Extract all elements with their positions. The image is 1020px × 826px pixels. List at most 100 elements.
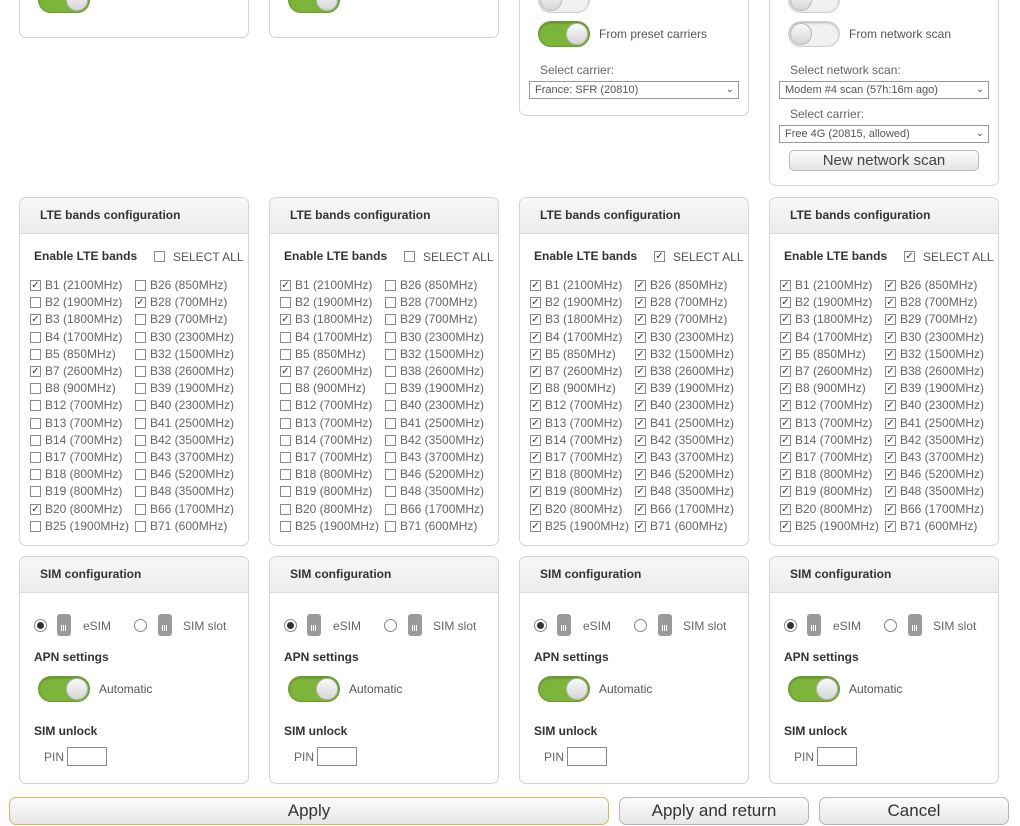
band-checkbox[interactable] <box>135 417 146 429</box>
band-checkbox[interactable] <box>635 486 646 498</box>
band-checkbox[interactable] <box>635 348 646 360</box>
band-checkbox[interactable] <box>385 400 396 412</box>
band-checkbox[interactable] <box>780 400 791 412</box>
band-checkbox[interactable] <box>635 452 646 463</box>
band-checkbox[interactable] <box>385 331 396 343</box>
band-checkbox[interactable] <box>530 314 541 326</box>
band-checkbox[interactable] <box>280 503 291 515</box>
band-checkbox[interactable] <box>30 348 41 360</box>
band-checkbox[interactable] <box>885 417 896 429</box>
band-checkbox[interactable] <box>780 348 791 360</box>
carrier-toggle-2[interactable] <box>288 0 340 13</box>
band-checkbox[interactable] <box>30 417 41 429</box>
band-checkbox[interactable] <box>280 434 291 446</box>
band-checkbox[interactable] <box>635 383 646 395</box>
band-checkbox[interactable] <box>780 434 791 446</box>
band-checkbox[interactable] <box>385 503 396 515</box>
band-checkbox[interactable] <box>530 297 541 309</box>
band-checkbox[interactable] <box>280 297 291 309</box>
band-checkbox[interactable] <box>280 383 291 395</box>
band-checkbox[interactable] <box>635 366 646 377</box>
band-checkbox[interactable] <box>885 297 896 309</box>
band-checkbox[interactable] <box>780 417 791 429</box>
sim-slot-radio[interactable] <box>384 619 397 632</box>
apply-button[interactable]: Apply <box>9 797 609 825</box>
select-all-checkbox[interactable] <box>654 251 665 262</box>
band-checkbox[interactable] <box>780 280 791 291</box>
band-checkbox[interactable] <box>635 417 646 429</box>
band-checkbox[interactable] <box>30 520 41 532</box>
band-checkbox[interactable] <box>30 452 41 463</box>
band-checkbox[interactable] <box>280 452 291 463</box>
select-all-checkbox[interactable] <box>904 251 915 262</box>
band-checkbox[interactable] <box>30 503 41 515</box>
band-checkbox[interactable] <box>135 366 146 377</box>
sim-slot-radio[interactable] <box>634 619 647 632</box>
band-checkbox[interactable] <box>885 469 896 481</box>
band-checkbox[interactable] <box>780 366 791 377</box>
band-checkbox[interactable] <box>635 400 646 412</box>
band-checkbox[interactable] <box>385 314 396 326</box>
carrier-toggle-top-3[interactable] <box>538 0 590 13</box>
apn-automatic-toggle[interactable] <box>38 676 90 702</box>
band-checkbox[interactable] <box>780 383 791 395</box>
band-checkbox[interactable] <box>635 469 646 481</box>
band-checkbox[interactable] <box>385 348 396 360</box>
band-checkbox[interactable] <box>530 434 541 446</box>
apn-automatic-toggle[interactable] <box>288 676 340 702</box>
network-scan-toggle[interactable] <box>788 21 840 47</box>
band-checkbox[interactable] <box>30 314 41 326</box>
band-checkbox[interactable] <box>530 331 541 343</box>
band-checkbox[interactable] <box>135 331 146 343</box>
band-checkbox[interactable] <box>885 314 896 326</box>
band-checkbox[interactable] <box>30 280 41 291</box>
select-all-checkbox[interactable] <box>404 251 415 262</box>
pin-input[interactable] <box>567 747 607 766</box>
band-checkbox[interactable] <box>30 434 41 446</box>
band-checkbox[interactable] <box>885 400 896 412</box>
band-checkbox[interactable] <box>30 366 41 377</box>
band-checkbox[interactable] <box>885 520 896 532</box>
band-checkbox[interactable] <box>385 366 396 377</box>
band-checkbox[interactable] <box>280 348 291 360</box>
esim-radio[interactable] <box>784 619 797 632</box>
band-checkbox[interactable] <box>385 486 396 498</box>
band-checkbox[interactable] <box>30 400 41 412</box>
esim-radio[interactable] <box>284 619 297 632</box>
band-checkbox[interactable] <box>135 383 146 395</box>
band-checkbox[interactable] <box>635 297 646 309</box>
band-checkbox[interactable] <box>530 520 541 532</box>
band-checkbox[interactable] <box>635 520 646 532</box>
band-checkbox[interactable] <box>280 314 291 326</box>
band-checkbox[interactable] <box>780 520 791 532</box>
sim-slot-radio[interactable] <box>134 619 147 632</box>
band-checkbox[interactable] <box>135 280 146 291</box>
band-checkbox[interactable] <box>135 314 146 326</box>
band-checkbox[interactable] <box>135 297 146 309</box>
carrier-select[interactable]: France: SFR (20810) ⌄ <box>529 81 739 99</box>
esim-radio[interactable] <box>534 619 547 632</box>
carrier-toggle-top-4[interactable] <box>788 0 840 13</box>
band-checkbox[interactable] <box>135 469 146 481</box>
band-checkbox[interactable] <box>135 486 146 498</box>
new-network-scan-button[interactable]: New network scan <box>789 150 979 171</box>
band-checkbox[interactable] <box>30 469 41 481</box>
band-checkbox[interactable] <box>30 383 41 395</box>
band-checkbox[interactable] <box>385 280 396 291</box>
band-checkbox[interactable] <box>30 331 41 343</box>
band-checkbox[interactable] <box>530 366 541 377</box>
band-checkbox[interactable] <box>135 400 146 412</box>
band-checkbox[interactable] <box>280 280 291 291</box>
band-checkbox[interactable] <box>530 486 541 498</box>
band-checkbox[interactable] <box>780 486 791 498</box>
band-checkbox[interactable] <box>635 314 646 326</box>
band-checkbox[interactable] <box>885 503 896 515</box>
band-checkbox[interactable] <box>635 503 646 515</box>
band-checkbox[interactable] <box>135 348 146 360</box>
band-checkbox[interactable] <box>280 400 291 412</box>
pin-input[interactable] <box>817 747 857 766</box>
select-all-checkbox[interactable] <box>154 251 165 262</box>
cancel-button[interactable]: Cancel <box>819 797 1009 825</box>
band-checkbox[interactable] <box>385 452 396 463</box>
band-checkbox[interactable] <box>385 383 396 395</box>
